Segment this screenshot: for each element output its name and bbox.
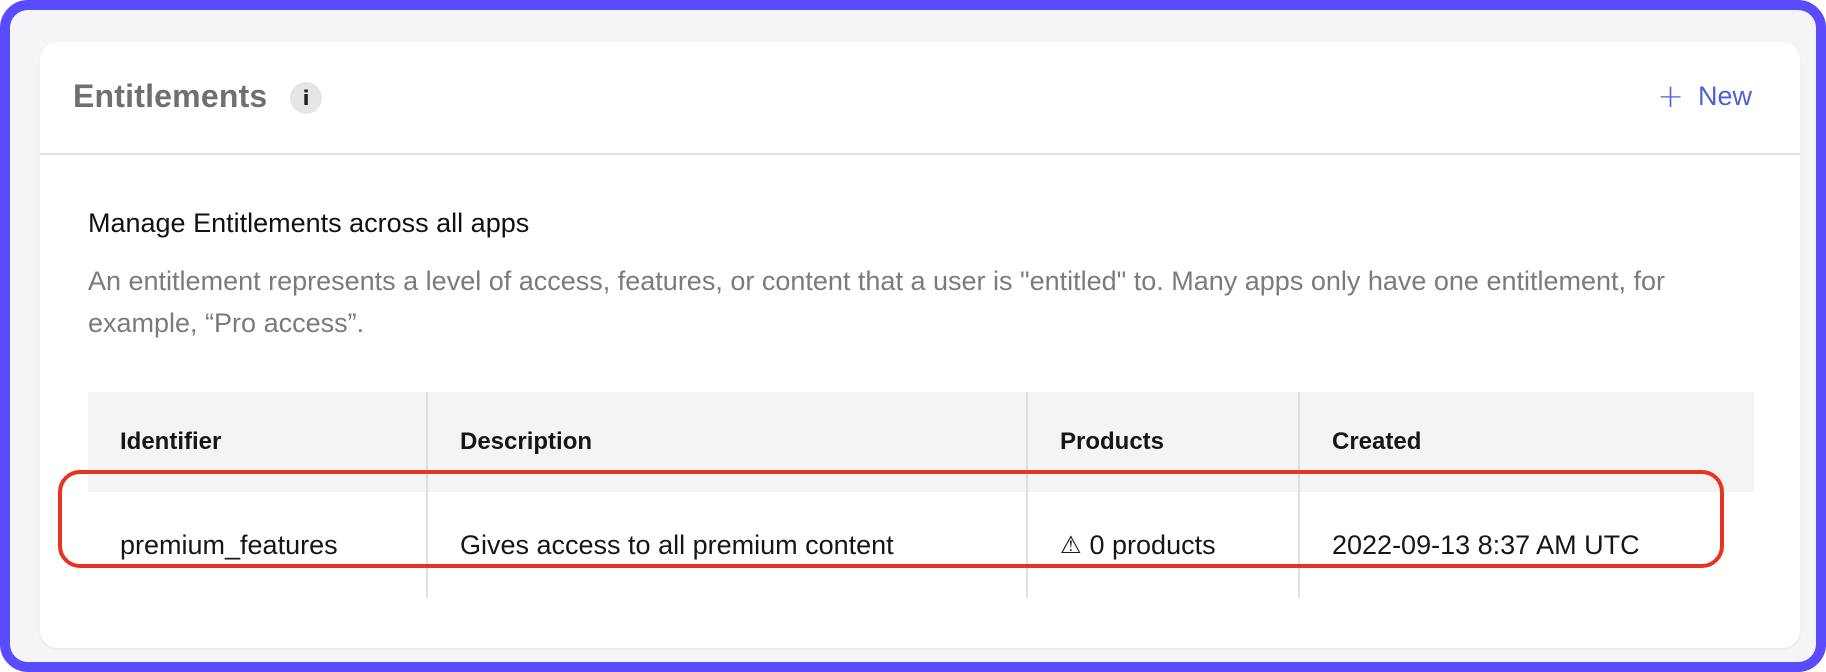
column-header-description[interactable]: Description bbox=[428, 392, 1028, 492]
info-icon[interactable]: i bbox=[290, 82, 322, 114]
section-description: An entitlement represents a level of acc… bbox=[88, 266, 1666, 338]
column-header-created[interactable]: Created bbox=[1300, 392, 1754, 492]
plus-icon: + bbox=[1657, 77, 1684, 115]
new-button-label: New bbox=[1697, 80, 1752, 111]
cell-products: ⚠ 0 products bbox=[1028, 492, 1300, 598]
section-heading: Manage Entitlements across all apps bbox=[88, 208, 530, 238]
entitlements-table: Identifier Description Products Created … bbox=[88, 392, 1754, 598]
table-row[interactable]: premium_features Gives access to all pre… bbox=[88, 492, 1754, 598]
column-header-identifier[interactable]: Identifier bbox=[88, 392, 428, 492]
table-header-row: Identifier Description Products Created bbox=[88, 392, 1754, 492]
warning-icon: ⚠ bbox=[1060, 531, 1082, 559]
screenshot-frame: Entitlements i + New Manage Entitlements… bbox=[0, 0, 1826, 672]
cell-created: 2022-09-13 8:37 AM UTC bbox=[1332, 529, 1640, 560]
new-entitlement-button[interactable]: + New bbox=[1657, 80, 1752, 112]
cell-description: Gives access to all premium content bbox=[428, 492, 1028, 598]
entitlements-card: Entitlements i + New Manage Entitlements… bbox=[40, 42, 1800, 648]
column-header-products[interactable]: Products bbox=[1028, 392, 1300, 492]
cell-identifier[interactable]: premium_features bbox=[88, 492, 428, 598]
products-count: 0 products bbox=[1089, 529, 1216, 560]
card-header: Entitlements i + New bbox=[40, 42, 1800, 155]
page-title: Entitlements bbox=[73, 78, 268, 114]
